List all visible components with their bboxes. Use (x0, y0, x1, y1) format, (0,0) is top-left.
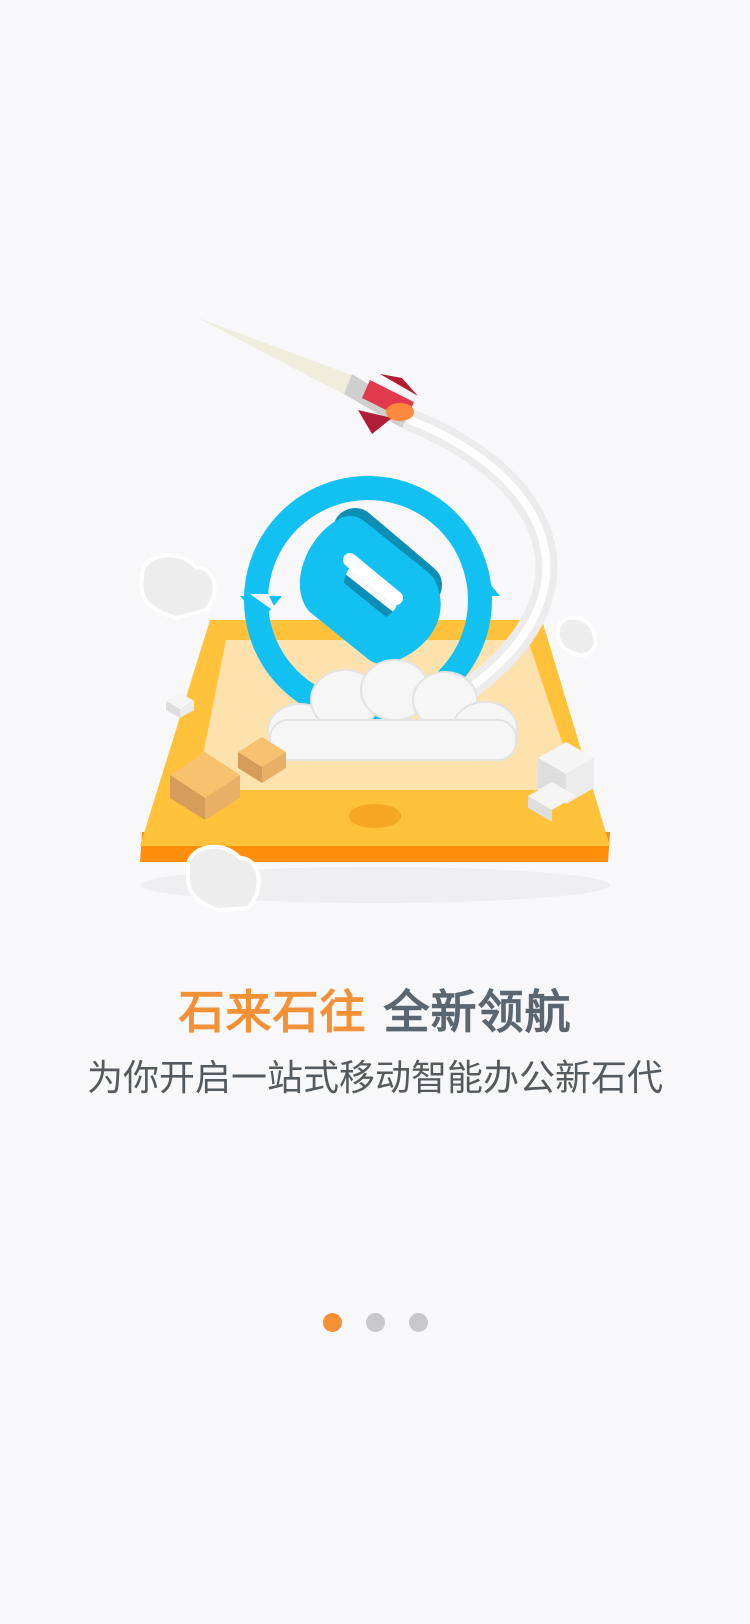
rocket-icon (198, 318, 418, 434)
page-indicator (0, 1313, 750, 1332)
onboarding-illustration (139, 318, 610, 913)
page-dot-3[interactable] (408, 1313, 428, 1332)
onboarding-headline: 石来石往 全新领航 (0, 982, 750, 1042)
onboarding-subtitle: 为你开启一站式移动智能办公新石代 (86, 1058, 663, 1099)
headline-main: 全新领航 (383, 985, 572, 1039)
page-dot-2[interactable] (365, 1313, 385, 1332)
page-dot-1[interactable] (322, 1313, 342, 1332)
headline-accent: 石来石往 (178, 985, 367, 1039)
